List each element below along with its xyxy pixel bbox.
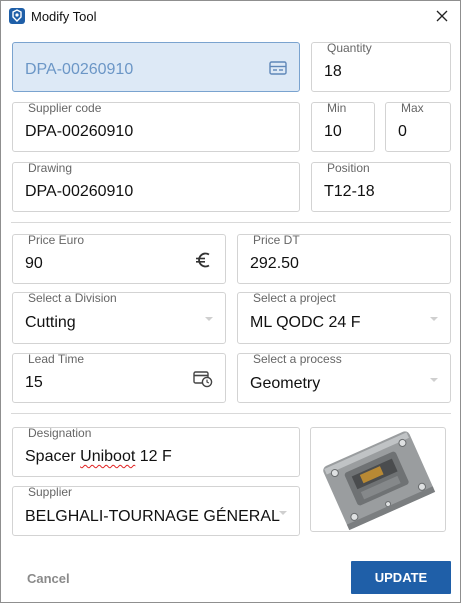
price-dt-field[interactable]: Price DT 292.50 xyxy=(237,234,451,284)
close-button[interactable] xyxy=(426,1,458,31)
lead-time-field[interactable]: Lead Time 15 xyxy=(12,353,226,403)
project-select[interactable]: Select a project ML QODC 24 F xyxy=(237,292,451,344)
code-value: DPA-00260910 xyxy=(25,61,134,78)
project-label: Select a project xyxy=(253,291,336,305)
close-icon xyxy=(436,10,448,22)
drawing-field[interactable]: Drawing DPA-00260910 xyxy=(12,162,300,212)
supplier-value: BELGHALI-TOURNAGE GÉNERAL xyxy=(25,508,280,525)
cancel-button[interactable]: Cancel xyxy=(27,571,70,586)
price-dt-label: Price DT xyxy=(253,233,300,247)
designation-text-part: 12 F xyxy=(135,448,172,465)
quantity-label: Quantity xyxy=(327,41,372,55)
min-label: Min xyxy=(327,101,347,115)
price-euro-label: Price Euro xyxy=(28,233,85,247)
supplier-code-label: Supplier code xyxy=(28,101,102,115)
position-label: Position xyxy=(327,161,370,175)
process-select[interactable]: Select a process Geometry xyxy=(237,353,451,403)
position-value: T12-18 xyxy=(324,183,375,200)
drawing-value: DPA-00260910 xyxy=(25,183,134,200)
quantity-field[interactable]: Quantity 18 xyxy=(311,42,451,92)
price-euro-value: 90 xyxy=(25,255,43,272)
process-value: Geometry xyxy=(250,375,321,392)
chevron-down-icon xyxy=(430,378,438,382)
chevron-down-icon xyxy=(430,317,438,321)
dialog-title: Modify Tool xyxy=(31,9,97,24)
quantity-value: 18 xyxy=(324,63,342,80)
lead-time-label: Lead Time xyxy=(28,352,85,366)
designation-text-part: Spacer xyxy=(25,448,81,465)
min-field[interactable]: Min 10 xyxy=(311,102,375,152)
app-icon xyxy=(9,8,25,24)
euro-icon xyxy=(196,252,210,268)
drawing-label: Drawing xyxy=(28,161,73,175)
designation-value: Spacer Uniboot 12 F xyxy=(25,448,172,466)
project-value: ML QODC 24 F xyxy=(250,314,361,331)
calendar-clock-icon xyxy=(193,371,213,388)
modify-tool-dialog: Modify Tool DPA-00260910 Quantity 18 Sup… xyxy=(0,0,461,603)
designation-field[interactable]: Designation Spacer Uniboot 12 F xyxy=(12,427,300,477)
price-dt-value: 292.50 xyxy=(250,255,299,272)
divider xyxy=(11,222,451,223)
lead-time-value: 15 xyxy=(25,374,43,391)
supplier-select[interactable]: Supplier BELGHALI-TOURNAGE GÉNERAL xyxy=(12,486,300,536)
title-bar: Modify Tool xyxy=(1,1,460,33)
max-field[interactable]: Max 0 xyxy=(385,102,451,152)
process-label: Select a process xyxy=(253,352,342,366)
position-field[interactable]: Position T12-18 xyxy=(311,162,451,212)
chevron-down-icon xyxy=(279,511,287,515)
designation-label: Designation xyxy=(28,426,92,440)
supplier-code-value: DPA-00260910 xyxy=(25,123,134,140)
card-icon xyxy=(269,61,287,75)
division-select[interactable]: Select a Division Cutting xyxy=(12,292,226,344)
max-label: Max xyxy=(401,101,424,115)
tool-photo[interactable] xyxy=(310,427,446,532)
max-value: 0 xyxy=(398,123,407,140)
min-value: 10 xyxy=(324,123,342,140)
tool-image xyxy=(323,431,436,531)
price-euro-field[interactable]: Price Euro 90 xyxy=(12,234,226,284)
supplier-code-field[interactable]: Supplier code DPA-00260910 xyxy=(12,102,300,152)
update-button[interactable]: UPDATE xyxy=(351,561,451,594)
divider xyxy=(11,413,451,414)
chevron-down-icon xyxy=(205,317,213,321)
division-value: Cutting xyxy=(25,314,76,331)
code-field[interactable]: DPA-00260910 xyxy=(12,42,300,92)
division-label: Select a Division xyxy=(28,291,117,305)
misspelled-word: Uniboot xyxy=(80,448,136,465)
supplier-label: Supplier xyxy=(28,485,73,499)
